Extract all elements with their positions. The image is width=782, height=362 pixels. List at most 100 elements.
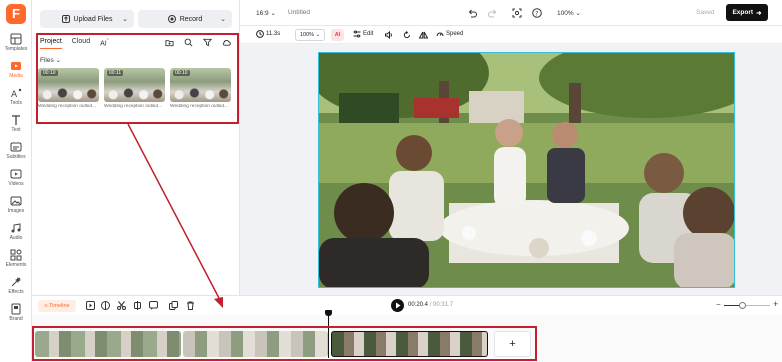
media-icon — [11, 62, 21, 70]
timeline-mode-label: Timeline — [49, 303, 70, 309]
rail-item-text[interactable]: Text — [0, 114, 32, 138]
zoom-select[interactable]: 100% ⌄ — [557, 9, 581, 17]
clock-icon — [256, 30, 264, 38]
scale-value: 100% — [300, 32, 315, 38]
rail-label: Images — [7, 208, 25, 214]
rail-item-templates[interactable]: Templates — [0, 33, 32, 57]
duration-value: 11.3s — [266, 31, 281, 37]
flip-icon[interactable] — [419, 31, 428, 39]
video-preview[interactable] — [318, 52, 735, 288]
rail-label: Templates — [4, 46, 28, 52]
add-track-icon[interactable] — [86, 301, 95, 310]
redo-icon[interactable] — [488, 8, 498, 18]
play-button[interactable] — [391, 299, 404, 312]
svg-text:?: ? — [535, 10, 538, 17]
project-title[interactable]: Untitled — [288, 9, 310, 16]
rail-label: Videos — [8, 181, 24, 187]
record-icon — [167, 15, 176, 23]
rail-item-brand[interactable]: Brand — [0, 303, 32, 327]
templates-icon — [10, 33, 22, 45]
zoom-in-icon[interactable]: + — [773, 299, 778, 309]
elements-icon — [10, 249, 22, 261]
help-icon[interactable]: ? — [532, 8, 542, 18]
editor-app: F Templates Media A Tools Text Subtitles… — [0, 0, 782, 362]
rotate-icon[interactable] — [403, 31, 411, 39]
split-icon[interactable] — [101, 301, 110, 310]
rail-item-videos[interactable]: Videos — [0, 168, 32, 192]
upload-files-button[interactable]: Upload Files ⌄ — [40, 10, 134, 28]
aspect-ratio-value: 16:9 — [256, 10, 269, 17]
playhead-handle[interactable] — [325, 310, 332, 316]
rail-item-images[interactable]: Images — [0, 195, 32, 219]
timeline-zoom-slider[interactable] — [724, 302, 770, 309]
screenshot-icon[interactable] — [512, 8, 522, 18]
ai-tools-button[interactable]: AI — [331, 29, 344, 41]
top-bar: 16:9 ⌄ Untitled ? 100% ⌄ Saved Export ➜ — [240, 0, 782, 26]
sliders-icon — [353, 30, 361, 38]
freeze-frame-icon[interactable] — [149, 301, 158, 310]
rail-item-elements[interactable]: Elements — [0, 249, 32, 273]
speed-label: Speed — [446, 31, 464, 37]
timeline-mode-toggle[interactable]: ≡ Timeline — [38, 300, 76, 312]
zoom-slider-handle[interactable] — [739, 302, 747, 309]
volume-icon[interactable] — [385, 31, 393, 39]
aspect-ratio-select[interactable]: 16:9 ⌄ — [256, 9, 276, 17]
tools-icon: A — [11, 88, 22, 99]
upload-files-label: Upload Files — [73, 15, 113, 23]
rail-label: Elements — [5, 262, 27, 268]
rail-label: Media — [9, 73, 23, 79]
subtitles-icon — [10, 142, 22, 152]
effects-icon — [11, 277, 21, 287]
rail-item-subtitles[interactable]: Subtitles — [0, 141, 32, 165]
chevron-down-icon[interactable]: ⌄ — [220, 15, 226, 23]
saved-status: Saved — [696, 9, 715, 16]
crop-icon[interactable] — [133, 301, 142, 310]
rail-item-effects[interactable]: Effects — [0, 276, 32, 300]
undo-icon[interactable] — [467, 8, 477, 18]
export-button[interactable]: Export ➜ — [726, 4, 768, 21]
speed-icon — [436, 32, 444, 37]
total-time: / 00:31.7 — [429, 302, 454, 308]
edit-button[interactable]: Edit — [353, 30, 373, 38]
upload-icon — [61, 15, 70, 23]
brand-icon — [11, 303, 21, 315]
duplicate-icon[interactable] — [169, 301, 178, 310]
delete-icon[interactable] — [186, 301, 195, 310]
record-label: Record — [179, 15, 203, 23]
record-button[interactable]: Record ⌄ — [138, 10, 232, 28]
rail-label: Brand — [9, 316, 23, 322]
timeline-highlight-box — [32, 326, 537, 361]
rail-item-tools[interactable]: A Tools — [0, 87, 32, 111]
videos-icon — [10, 169, 22, 179]
play-icon — [396, 302, 401, 309]
export-label: Export — [732, 9, 754, 16]
zoom-value: 100% — [557, 10, 574, 17]
rail-label: Effects — [8, 289, 24, 295]
chevron-down-icon[interactable]: ⌄ — [122, 15, 128, 23]
svg-text:A: A — [11, 90, 18, 99]
arrow-right-icon: ➜ — [756, 9, 762, 17]
rail-label: Subtitles — [6, 154, 26, 160]
rail-item-media[interactable]: Media — [0, 60, 32, 84]
edit-label: Edit — [363, 31, 374, 37]
rail-label: Tools — [10, 100, 22, 106]
media-highlight-box — [36, 33, 239, 124]
images-icon — [10, 196, 22, 206]
scale-select[interactable]: 100% ⌄ — [295, 29, 325, 41]
edit-toolbar: 11.3s 100% ⌄ AI Edit Speed — [240, 26, 782, 44]
rail-label: Audio — [9, 235, 23, 241]
speed-button[interactable]: Speed — [436, 30, 463, 38]
audio-icon — [11, 223, 21, 233]
zoom-out-icon[interactable]: − — [716, 300, 721, 309]
left-rail: F Templates Media A Tools Text Subtitles… — [0, 0, 32, 362]
scissors-icon[interactable] — [117, 301, 126, 310]
timeline-toolbar: ≡ Timeline 00:20.4 / 00:31.7 − + — [32, 295, 782, 315]
app-logo: F — [6, 4, 26, 24]
current-time: 00:20.4 — [408, 302, 429, 308]
duration-display[interactable]: 11.3s — [256, 30, 280, 38]
rail-label: Text — [11, 127, 21, 133]
rail-item-audio[interactable]: Audio — [0, 222, 32, 246]
text-icon — [12, 115, 20, 125]
wedding-scene-image — [319, 53, 734, 287]
time-display: 00:20.4 / 00:31.7 — [408, 302, 453, 308]
